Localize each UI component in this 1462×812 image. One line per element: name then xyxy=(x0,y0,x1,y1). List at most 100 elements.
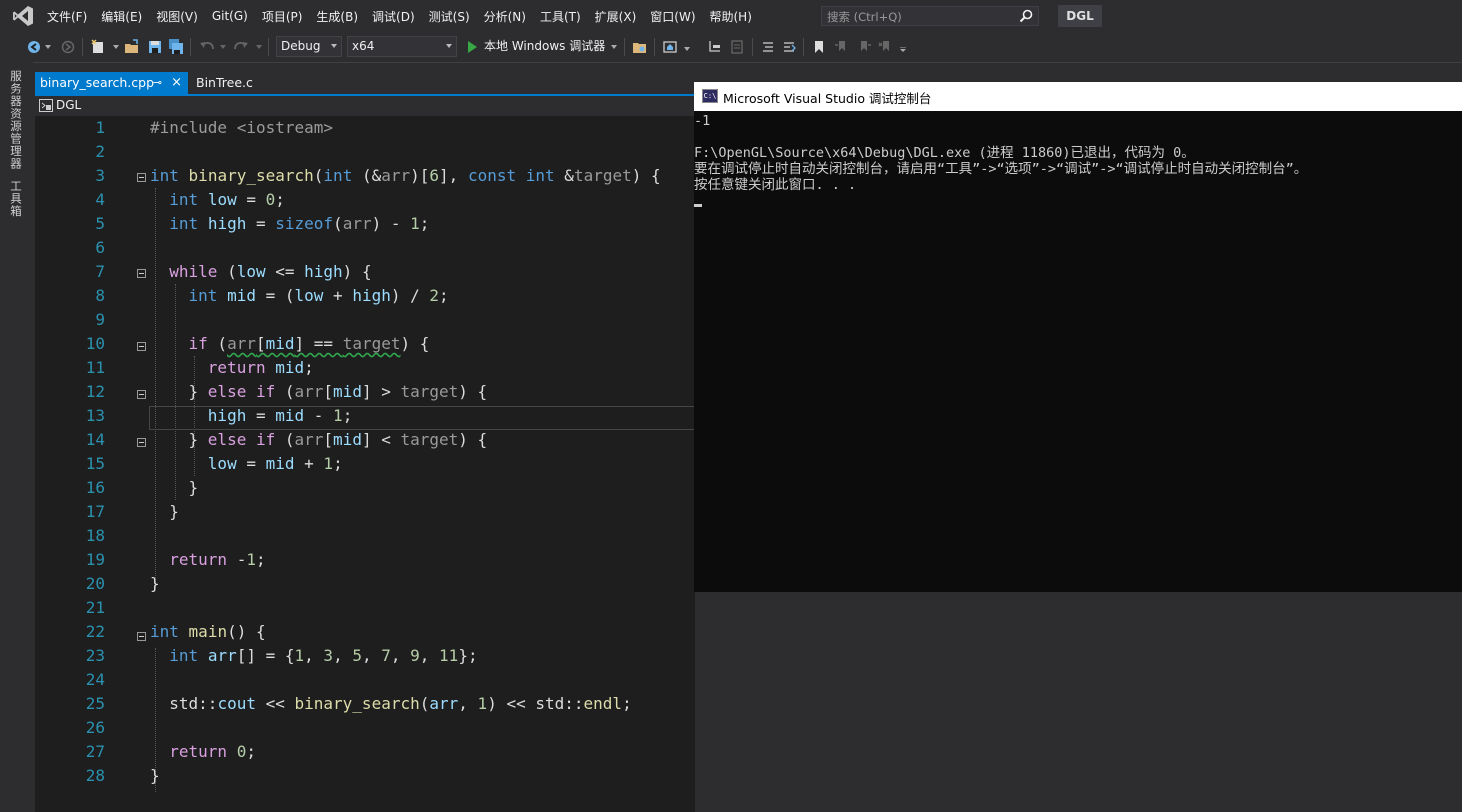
menu-item-2[interactable]: 视图(V) xyxy=(149,8,205,25)
uncomment-button[interactable] xyxy=(781,37,797,57)
menu-item-11[interactable]: 窗口(W) xyxy=(643,8,702,25)
tab-bintree-c[interactable]: BinTree.c xyxy=(191,72,301,95)
save-all-icon xyxy=(169,39,183,54)
toolbar-separator xyxy=(803,38,804,56)
prev-bookmark-button[interactable] xyxy=(833,37,849,57)
menu-item-4[interactable]: 项目(P) xyxy=(255,8,310,25)
line-number: 6 xyxy=(95,238,105,257)
code-line-15: low = mid + 1; xyxy=(207,454,343,473)
bookmark-clear-icon xyxy=(878,41,889,51)
back-dropdown-icon[interactable] xyxy=(45,45,51,65)
menu-item-5[interactable]: 生成(B) xyxy=(309,8,365,25)
menu-item-3[interactable]: Git(G) xyxy=(205,9,255,23)
new-project-button[interactable] xyxy=(90,37,106,57)
code-line-16: } xyxy=(150,478,199,497)
fold-toggle-icon[interactable] xyxy=(137,342,146,351)
next-bookmark-button[interactable] xyxy=(855,37,871,57)
fold-toggle-icon[interactable] xyxy=(137,438,146,447)
close-icon[interactable]: × xyxy=(171,72,182,94)
bookmark-icon xyxy=(815,41,823,53)
step-into-button[interactable] xyxy=(707,37,723,57)
code-line-14: } else if (arr[mid] < target) { xyxy=(150,430,488,449)
toolbar-separator xyxy=(190,38,191,56)
search-input[interactable]: 搜索 (Ctrl+Q) xyxy=(821,6,1039,26)
toolbox-tab[interactable]: 工具箱 xyxy=(9,180,24,218)
code-line-28: } xyxy=(150,766,160,785)
code-editor[interactable]: 1 2 3 4 5 6 7 8 9 10 11 12 13 14 15 16 17 18 19 20 21 22 23 24 2… xyxy=(35,116,695,812)
line-number: 28 xyxy=(85,766,105,785)
back-arrow-icon xyxy=(28,41,40,53)
tab-binary-search-cpp[interactable]: binary_search.cpp ⊸ × xyxy=(35,72,188,95)
line-number: 23 xyxy=(85,646,105,665)
tab-label: BinTree.c xyxy=(196,75,253,90)
toolbar-overflow-icon[interactable] xyxy=(900,47,906,67)
line-number: 4 xyxy=(95,190,105,209)
bookmark-prev-icon xyxy=(835,41,845,51)
line-number: 21 xyxy=(85,598,105,617)
menu-item-12[interactable]: 帮助(H) xyxy=(703,8,759,25)
pin-icon[interactable]: ⊸ xyxy=(153,72,162,94)
solution-name-badge[interactable]: DGL xyxy=(1058,5,1102,27)
debug-console-window[interactable]: C:\ Microsoft Visual Studio 调试控制台 -1 F:\O… xyxy=(694,82,1462,592)
fold-toggle-icon[interactable] xyxy=(137,173,146,182)
menu-item-0[interactable]: 文件(F) xyxy=(40,8,94,25)
standard-toolbar: Debug x64 本地 Windows 调试器 xyxy=(0,32,1462,63)
line-number: 18 xyxy=(85,526,105,545)
console-cursor-line xyxy=(694,193,1462,209)
platform-select[interactable]: x64 xyxy=(347,36,457,57)
line-number: 3 xyxy=(95,166,105,185)
project-dropdown[interactable]: DGL xyxy=(56,98,81,112)
redo-dropdown-icon[interactable] xyxy=(256,45,262,65)
search-icon[interactable] xyxy=(1019,9,1033,23)
menu-item-9[interactable]: 工具(T) xyxy=(533,8,588,25)
menu-item-1[interactable]: 编辑(E) xyxy=(94,8,149,25)
browse-button[interactable] xyxy=(632,37,648,57)
undo-dropdown-icon[interactable] xyxy=(220,45,226,65)
undo-button[interactable] xyxy=(198,37,216,57)
platform-value: x64 xyxy=(352,39,375,53)
line-number: 25 xyxy=(85,694,105,713)
line-number: 2 xyxy=(95,142,105,161)
menu-item-7[interactable]: 测试(S) xyxy=(422,8,477,25)
code-line-3: int binary_search(int (&arr)[6], const i… xyxy=(150,166,661,185)
comment-button[interactable] xyxy=(760,37,776,57)
source-code[interactable]: #include <iostream> int binary_search(in… xyxy=(150,116,695,785)
folder-open-icon xyxy=(125,39,138,53)
chevron-down-icon xyxy=(446,44,452,48)
start-debugging-button[interactable]: 本地 Windows 调试器 xyxy=(466,36,605,57)
toggle-bookmark-button[interactable] xyxy=(811,37,827,57)
server-explorer-tab[interactable]: 服务器资源管理器 xyxy=(9,70,24,170)
new-project-icon xyxy=(91,39,103,53)
fold-toggle-icon[interactable] xyxy=(137,632,146,641)
menu-item-10[interactable]: 扩展(X) xyxy=(588,8,644,25)
step-over-button[interactable] xyxy=(729,37,745,57)
redo-button[interactable] xyxy=(232,37,250,57)
line-number: 27 xyxy=(85,742,105,761)
forward-button[interactable] xyxy=(60,37,76,57)
home-icon xyxy=(663,41,677,53)
hot-reload-button[interactable] xyxy=(662,37,678,57)
menu-item-8[interactable]: 分析(N) xyxy=(477,8,533,25)
clear-bookmarks-button[interactable] xyxy=(877,37,893,57)
line-number: 8 xyxy=(95,286,105,305)
save-button[interactable] xyxy=(147,37,163,57)
line-number: 22 xyxy=(85,622,105,641)
menu-item-6[interactable]: 调试(D) xyxy=(365,8,422,25)
save-icon xyxy=(149,41,161,53)
configuration-select[interactable]: Debug xyxy=(276,36,342,57)
hot-reload-dropdown-icon[interactable] xyxy=(684,47,690,67)
console-app-icon: C:\ xyxy=(702,89,718,103)
fold-toggle-icon[interactable] xyxy=(137,390,146,399)
console-title-bar[interactable]: C:\ Microsoft Visual Studio 调试控制台 xyxy=(694,82,1462,111)
line-number: 16 xyxy=(85,478,105,497)
open-file-button[interactable] xyxy=(124,37,140,57)
navigation-bar: DGL xyxy=(35,96,695,117)
save-all-button[interactable] xyxy=(168,37,184,57)
new-dropdown-icon[interactable] xyxy=(113,45,119,65)
line-number: 13 xyxy=(85,406,105,425)
console-line: -1 xyxy=(694,113,711,129)
text-cursor xyxy=(694,204,702,207)
run-dropdown-icon[interactable] xyxy=(611,45,617,65)
fold-toggle-icon[interactable] xyxy=(137,269,146,278)
back-button[interactable] xyxy=(26,37,42,57)
